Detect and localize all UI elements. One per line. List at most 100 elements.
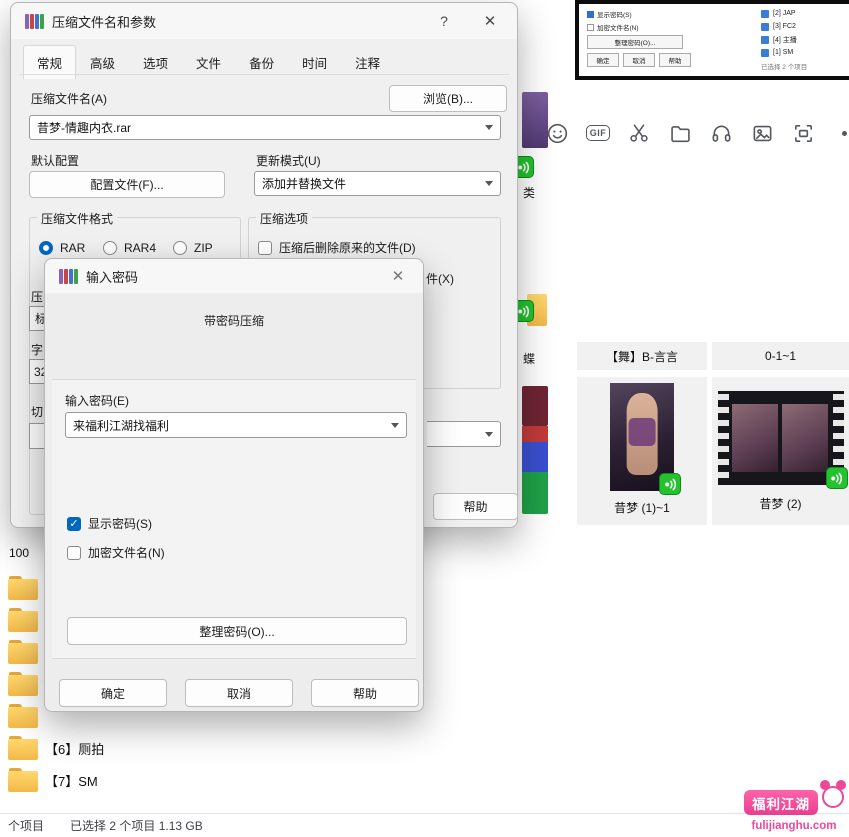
screenshot-scissors-icon[interactable] [627,121,651,145]
winrar-icon [25,14,44,29]
video-thumbnail [610,383,674,491]
cancel-button[interactable]: 取消 [185,679,293,707]
folder-row[interactable] [8,608,45,632]
preview-dialog-fragment: 显示密码(S) 加密文件名(N) 整理密码(O)... 确定 取消 帮助 [587,9,691,67]
mini-cancel-button: 取消 [623,53,655,67]
lingerie-shape [629,418,656,446]
status-items-count: 个项目 [8,817,44,834]
video-thumbnail [718,391,844,485]
dot [842,131,847,136]
folder-row[interactable] [8,576,45,600]
watermark: 福利江湖 fulijianghu.com [740,778,848,834]
film-sprockets [718,391,729,485]
file-thumb-maroon[interactable] [522,386,548,426]
file-thumb-red[interactable] [522,426,548,442]
divider [19,74,509,75]
mascot-head [822,786,844,808]
folder-row[interactable] [8,672,45,696]
encrypt-names-checkbox[interactable]: 加密文件名(N) [67,544,165,561]
profiles-button[interactable]: 配置文件(F)... [29,171,225,198]
archive-name-value: 昔梦-情趣内衣.rar [37,119,131,136]
folder-icon [8,640,38,664]
close-icon[interactable]: ✕ [383,264,413,288]
dialog-title: 输入密码 [86,267,138,286]
headset-icon[interactable] [709,121,733,145]
format-radio-zip[interactable]: ZIP [173,241,213,255]
update-mode-combobox[interactable]: 添加并替换文件 [254,171,501,196]
checkbox-label: 压缩后删除原来的文件(D) [279,239,416,256]
password-combobox[interactable]: 来福利江湖找福利 [65,412,407,438]
password-dialog: 输入密码 ✕ 带密码压缩 输入密码(E) 来福利江湖找福利 显示密码(S) 加密… [44,258,424,712]
capture-icon[interactable] [791,121,815,145]
image-icon[interactable] [750,121,774,145]
folder-row[interactable]: 【7】SM [8,768,98,792]
password-header: 带密码压缩 [45,312,423,329]
help-button[interactable]: 帮助 [311,679,419,707]
file-card[interactable]: 昔梦 (1)~1 [577,377,707,525]
checkbox-label: 加密文件名(N) [88,544,165,561]
film-frame [782,404,828,472]
folder-row[interactable]: 【6】厕拍 [8,736,104,760]
folder-icon [8,608,38,632]
close-icon[interactable]: ✕ [475,9,505,33]
checkbox-icon [67,546,81,560]
archive-name-combobox[interactable]: 昔梦-情趣内衣.rar [29,115,501,140]
volume-unit-combobox-fragment[interactable] [427,421,501,447]
mini-list-label: [1] SM [773,49,793,56]
desktop: 100 【6】厕拍 【7】SM 类 蝶 显示密码(S) 加密文件名(N) 整理密… [0,0,849,837]
password-dialog-titlebar[interactable]: 输入密码 ✕ [45,259,423,293]
file-name: 昔梦 (1)~1 [614,499,670,516]
archive-dialog-titlebar[interactable]: 压缩文件名和参数 ? ✕ [11,3,517,39]
format-radio-rar4[interactable]: RAR4 [103,241,156,255]
file-thumb-blue[interactable] [522,442,548,472]
folder-row[interactable] [8,640,45,664]
status-bar: 个项目 已选择 2 个项目 1.13 GB [0,813,849,837]
browse-button[interactable]: 浏览(B)... [389,85,507,112]
dictionary-label-fragment: 字 [31,341,43,358]
delete-files-checkbox[interactable]: 压缩后删除原来的文件(D) [258,239,416,256]
more-icon[interactable] [832,121,849,145]
chevron-down-icon [391,423,399,428]
archive-name-label: 压缩文件名(A) [31,90,107,107]
file-thumb-green[interactable] [522,472,548,514]
folder-icon [8,672,38,696]
mini-folder-icon [761,36,769,44]
ok-button[interactable]: 确定 [59,679,167,707]
file-name: 昔梦 (2) [759,495,801,512]
help-button[interactable]: 帮助 [433,493,518,520]
folder-label: 【7】SM [45,771,98,790]
file-card-caption-strip[interactable]: 【舞】B-言言 [577,342,707,370]
status-selection: 已选择 2 个项目 1.13 GB [70,817,203,834]
explorer-label-fragment: 100 [9,546,29,560]
emoji-icon[interactable] [545,121,569,145]
checkbox-icon [258,241,272,255]
mini-help-button: 帮助 [659,53,691,67]
file-card-caption-strip[interactable]: 0-1~1 [712,342,849,370]
radio-label: RAR4 [124,241,156,255]
chevron-down-icon [485,181,493,186]
mini-list-label: [3] FC2 [773,23,796,30]
mini-checkbox-checked-icon [587,11,594,18]
chat-toolbar: GIF [545,121,849,145]
format-radio-rar[interactable]: RAR [39,241,85,255]
mini-label: 加密文件名(N) [597,22,639,32]
mini-label: 显示密码(S) [597,9,632,19]
organize-passwords-button[interactable]: 整理密码(O)... [67,617,407,645]
file-card[interactable]: 昔梦 (2) [712,377,849,525]
folder-row[interactable] [8,704,45,728]
video-badge-icon [659,473,681,495]
mini-folder-icon [761,49,769,57]
folder-icon [8,768,38,792]
show-password-checkbox[interactable]: 显示密码(S) [67,515,152,532]
chat-image-preview[interactable]: 显示密码(S) 加密文件名(N) 整理密码(O)... 确定 取消 帮助 [2]… [575,0,849,80]
radio-icon [103,241,117,255]
help-title-button[interactable]: ? [429,9,459,33]
file-label-fragment: 蝶 [523,350,535,367]
mini-organize-button: 整理密码(O)... [587,35,683,49]
gif-label: GIF [586,125,611,141]
gif-icon[interactable]: GIF [586,121,610,145]
radio-label: ZIP [194,241,213,255]
file-folder-icon[interactable] [668,121,692,145]
compression-method-label-fragment: 压 [31,288,43,305]
mini-folder-icon [761,10,769,18]
